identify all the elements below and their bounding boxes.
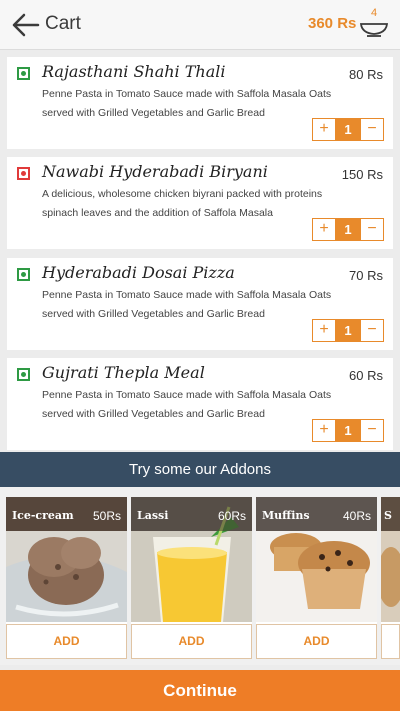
item-name: Nawabi Hyderabadi Biryani <box>42 162 268 181</box>
addon-card: S <box>381 497 400 659</box>
item-price: 60 Rs <box>349 368 383 383</box>
cart-item: Rajasthani Shahi Thali 80 Rs Penne Pasta… <box>7 57 393 149</box>
addon-name: Lassi <box>137 509 169 522</box>
item-price: 70 Rs <box>349 268 383 283</box>
veg-indicator-icon <box>17 67 30 80</box>
add-button[interactable] <box>381 624 400 659</box>
app-header: Cart 360 Rs 4 <box>0 0 400 50</box>
veg-indicator-icon <box>17 368 30 381</box>
item-name: Hyderabadi Dosai Pizza <box>42 263 235 282</box>
item-description: Penne Pasta in Tomato Sauce made with Sa… <box>42 289 332 320</box>
quantity-value: 1 <box>336 319 360 342</box>
addon-card: Muffins 40Rs ADD <box>256 497 377 659</box>
quantity-value: 1 <box>336 218 360 241</box>
decrease-button[interactable]: − <box>360 118 384 141</box>
non-veg-indicator-icon <box>17 167 30 180</box>
addon-name: Muffins <box>262 509 310 522</box>
item-description: Penne Pasta in Tomato Sauce made with Sa… <box>42 88 332 119</box>
increase-button[interactable]: + <box>312 319 336 342</box>
addon-name: S <box>384 509 392 522</box>
addon-price: 60Rs <box>217 509 246 523</box>
arrow-left-icon[interactable] <box>10 11 42 39</box>
item-name: Gujrati Thepla Meal <box>42 363 205 382</box>
item-price: 150 Rs <box>341 167 383 182</box>
quantity-stepper: + 1 − <box>312 419 384 442</box>
increase-button[interactable]: + <box>312 419 336 442</box>
quantity-stepper: + 1 − <box>312 319 384 342</box>
bowl-icon[interactable] <box>358 16 390 38</box>
addon-name: Ice-cream <box>12 509 74 522</box>
increase-button[interactable]: + <box>312 218 336 241</box>
veg-indicator-icon <box>17 268 30 281</box>
addons-carousel[interactable]: Ice-cream 50Rs ADD Lassi 60Rs ADD Muffin… <box>0 487 400 665</box>
addon-price: 50Rs <box>92 509 121 523</box>
add-button[interactable]: ADD <box>131 624 252 659</box>
item-description: A delicious, wholesome chicken biyrani p… <box>42 188 323 219</box>
addons-heading: Try some our Addons <box>0 452 400 487</box>
decrease-button[interactable]: − <box>360 319 384 342</box>
quantity-stepper: + 1 − <box>312 118 384 141</box>
item-name: Rajasthani Shahi Thali <box>42 62 226 81</box>
quantity-value: 1 <box>336 118 360 141</box>
item-description: Penne Pasta in Tomato Sauce made with Sa… <box>42 389 332 420</box>
continue-button[interactable]: Continue <box>0 670 400 711</box>
quantity-value: 1 <box>336 419 360 442</box>
cart-item: Hyderabadi Dosai Pizza 70 Rs Penne Pasta… <box>7 258 393 350</box>
decrease-button[interactable]: − <box>360 419 384 442</box>
cart-item: Nawabi Hyderabadi Biryani 150 Rs A delic… <box>7 157 393 249</box>
page-title: Cart <box>45 13 81 34</box>
addon-card: Ice-cream 50Rs ADD <box>6 497 127 659</box>
cart-item: Gujrati Thepla Meal 60 Rs Penne Pasta in… <box>7 358 393 450</box>
quantity-stepper: + 1 − <box>312 218 384 241</box>
addon-card: Lassi 60Rs ADD <box>131 497 252 659</box>
cart-total: 360 Rs <box>308 15 357 32</box>
add-button[interactable]: ADD <box>256 624 377 659</box>
decrease-button[interactable]: − <box>360 218 384 241</box>
increase-button[interactable]: + <box>312 118 336 141</box>
add-button[interactable]: ADD <box>6 624 127 659</box>
item-price: 80 Rs <box>349 67 383 82</box>
addon-price: 40Rs <box>342 509 371 523</box>
